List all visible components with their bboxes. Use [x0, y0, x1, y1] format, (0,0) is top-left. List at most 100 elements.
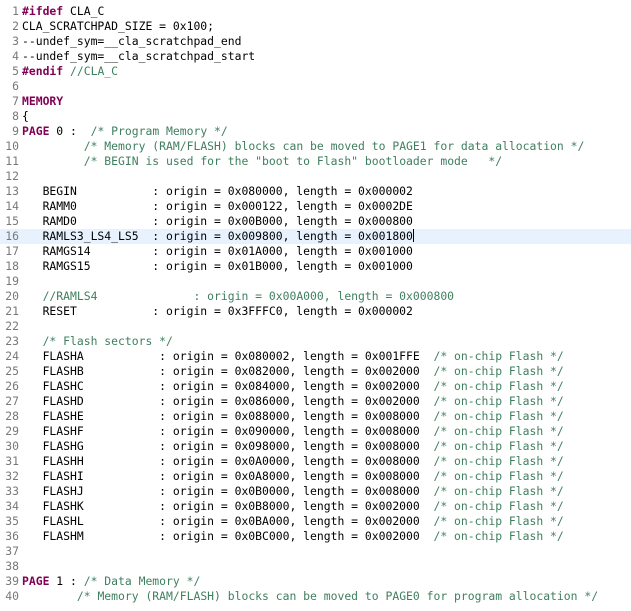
code-line[interactable]: 8{ — [0, 109, 631, 124]
code-text[interactable]: RESET : origin = 0x3FFFC0, length = 0x00… — [19, 304, 413, 319]
line-number: 4 — [12, 49, 19, 63]
code-line[interactable]: 33 FLASHJ : origin = 0x0B0000, length = … — [0, 484, 631, 499]
code-text[interactable]: FLASHI : origin = 0x0A8000, length = 0x0… — [19, 469, 564, 484]
code-token: FLASHL : origin = 0x0BA000, length = 0x0… — [22, 514, 434, 528]
code-text[interactable]: FLASHC : origin = 0x084000, length = 0x0… — [19, 379, 564, 394]
code-line[interactable]: 30 FLASHG : origin = 0x098000, length = … — [0, 439, 631, 454]
code-text[interactable]: BEGIN : origin = 0x080000, length = 0x00… — [19, 184, 413, 199]
code-line[interactable]: 37 — [0, 544, 631, 559]
code-text[interactable]: #ifdef CLA_C — [19, 4, 104, 19]
code-line[interactable]: 7 MEMORY — [0, 94, 631, 109]
comment-token: /* on-chip Flash */ — [433, 469, 564, 483]
code-text[interactable] — [19, 169, 22, 184]
code-line[interactable]: 5 #endif //CLA_C — [0, 64, 631, 79]
code-text[interactable]: FLASHF : origin = 0x090000, length = 0x0… — [19, 424, 564, 439]
code-text[interactable]: MEMORY — [19, 94, 63, 109]
code-line[interactable]: 38 — [0, 559, 631, 574]
code-text[interactable]: PAGE 0 : /* Program Memory */ — [19, 124, 228, 139]
code-line[interactable]: 10 /* Memory (RAM/FLASH) blocks can be m… — [0, 139, 631, 154]
line-number: 32 — [5, 469, 19, 483]
code-line[interactable]: 13 BEGIN : origin = 0x080000, length = 0… — [0, 184, 631, 199]
code-line[interactable]: 34 FLASHK : origin = 0x0B8000, length = … — [0, 499, 631, 514]
code-text[interactable]: FLASHD : origin = 0x086000, length = 0x0… — [19, 394, 564, 409]
code-line[interactable]: 22 — [0, 319, 631, 334]
code-line[interactable]: 32 FLASHI : origin = 0x0A8000, length = … — [0, 469, 631, 484]
code-line[interactable]: 26 FLASHC : origin = 0x084000, length = … — [0, 379, 631, 394]
code-line[interactable]: 29 FLASHF : origin = 0x090000, length = … — [0, 424, 631, 439]
code-text[interactable]: FLASHA : origin = 0x080002, length = 0x0… — [19, 349, 564, 364]
code-text[interactable]: CLA_SCRATCHPAD_SIZE = 0x100; — [19, 19, 214, 34]
code-line[interactable]: 9 PAGE 0 : /* Program Memory */ — [0, 124, 631, 139]
line-number: 21 — [5, 304, 19, 318]
code-text[interactable] — [19, 544, 22, 559]
line-number: 23 — [5, 334, 19, 348]
code-text[interactable]: RAMGS14 : origin = 0x01A000, length = 0x… — [19, 244, 413, 259]
code-line[interactable]: 24 FLASHA : origin = 0x080002, length = … — [0, 349, 631, 364]
code-text[interactable]: FLASHE : origin = 0x088000, length = 0x0… — [19, 409, 564, 424]
code-text[interactable]: FLASHM : origin = 0x0BC000, length = 0x0… — [19, 529, 564, 544]
code-text[interactable]: RAMD0 : origin = 0x00B000, length = 0x00… — [19, 214, 413, 229]
code-line[interactable]: 40 /* Memory (RAM/FLASH) blocks can be m… — [0, 589, 631, 604]
code-text[interactable] — [19, 559, 22, 574]
code-editor[interactable]: 1 #ifdef CLA_C 2 CLA_SCRATCHPAD_SIZE = 0x10… — [0, 0, 631, 611]
line-number: 30 — [5, 439, 19, 453]
code-line[interactable]: 1 #ifdef CLA_C — [0, 4, 631, 19]
code-line[interactable]: 14 RAMM0 : origin = 0x000122, length = 0… — [0, 199, 631, 214]
code-text[interactable] — [19, 79, 22, 94]
code-line[interactable]: 4 --undef_sym=__cla_scratchpad_start — [0, 49, 631, 64]
code-text[interactable] — [19, 319, 22, 334]
code-line[interactable]: 39 PAGE 1 : /* Data Memory */ — [0, 574, 631, 589]
code-line[interactable]: 20 //RAMLS4 : origin = 0x00A000, length … — [0, 289, 631, 304]
line-number: 1 — [12, 4, 19, 18]
comment-token: /* on-chip Flash */ — [433, 349, 564, 363]
code-text[interactable]: { — [19, 109, 29, 124]
code-line[interactable]: 16 RAMLS3_LS4_LS5 : origin = 0x009800, l… — [0, 229, 631, 244]
comment-token: /* on-chip Flash */ — [433, 529, 564, 543]
code-line[interactable]: 31 FLASHH : origin = 0x0A0000, length = … — [0, 454, 631, 469]
code-text[interactable]: FLASHJ : origin = 0x0B0000, length = 0x0… — [19, 484, 564, 499]
code-text[interactable]: /* Memory (RAM/FLASH) blocks can be move… — [19, 589, 598, 604]
code-line[interactable]: 21 RESET : origin = 0x3FFFC0, length = 0… — [0, 304, 631, 319]
code-line[interactable]: 15 RAMD0 : origin = 0x00B000, length = 0… — [0, 214, 631, 229]
code-line[interactable]: 3 --undef_sym=__cla_scratchpad_end — [0, 34, 631, 49]
code-line[interactable]: 23 /* Flash sectors */ — [0, 334, 631, 349]
code-line[interactable]: 17 RAMGS14 : origin = 0x01A000, length =… — [0, 244, 631, 259]
code-text[interactable]: FLASHH : origin = 0x0A0000, length = 0x0… — [19, 454, 564, 469]
line-number: 22 — [5, 319, 19, 333]
code-line[interactable]: 36 FLASHM : origin = 0x0BC000, length = … — [0, 529, 631, 544]
code-line[interactable]: 35 FLASHL : origin = 0x0BA000, length = … — [0, 514, 631, 529]
code-text[interactable]: RAMGS15 : origin = 0x01B000, length = 0x… — [19, 259, 413, 274]
code-line[interactable]: 6 — [0, 79, 631, 94]
code-text[interactable]: RAMM0 : origin = 0x000122, length = 0x00… — [19, 199, 413, 214]
code-line[interactable]: 19 — [0, 274, 631, 289]
code-text[interactable]: //RAMLS4 : origin = 0x00A000, length = 0… — [19, 289, 454, 304]
code-line[interactable]: 12 — [0, 169, 631, 184]
code-line[interactable]: 11 /* BEGIN is used for the "boot to Fla… — [0, 154, 631, 169]
code-text[interactable]: PAGE 1 : /* Data Memory */ — [19, 574, 200, 589]
code-text[interactable]: RAMLS3_LS4_LS5 : origin = 0x009800, leng… — [19, 229, 414, 244]
code-text[interactable]: /* Memory (RAM/FLASH) blocks can be move… — [19, 139, 585, 154]
code-line[interactable]: 28 FLASHE : origin = 0x088000, length = … — [0, 409, 631, 424]
code-text[interactable]: /* Flash sectors */ — [19, 334, 173, 349]
code-text[interactable] — [19, 274, 22, 289]
code-line[interactable]: 25 FLASHB : origin = 0x082000, length = … — [0, 364, 631, 379]
code-line[interactable]: 27 FLASHD : origin = 0x086000, length = … — [0, 394, 631, 409]
code-text[interactable]: FLASHG : origin = 0x098000, length = 0x0… — [19, 439, 564, 454]
code-text[interactable]: --undef_sym=__cla_scratchpad_end — [19, 34, 241, 49]
code-token: CLA_C — [63, 4, 105, 18]
text-caret — [412, 229, 414, 242]
code-token: FLASHG : origin = 0x098000, length = 0x0… — [22, 439, 434, 453]
line-number: 34 — [5, 499, 19, 513]
code-text[interactable]: /* BEGIN is used for the "boot to Flash"… — [19, 154, 502, 169]
keyword-token: PAGE — [22, 574, 50, 588]
code-line[interactable]: 18 RAMGS15 : origin = 0x01B000, length =… — [0, 259, 631, 274]
code-token: RESET : origin = 0x3FFFC0, length = 0x00… — [22, 304, 413, 318]
code-text[interactable]: FLASHK : origin = 0x0B8000, length = 0x0… — [19, 499, 564, 514]
line-number: 6 — [12, 79, 19, 93]
code-text[interactable]: FLASHB : origin = 0x082000, length = 0x0… — [19, 364, 564, 379]
line-number: 16 — [5, 229, 19, 243]
code-text[interactable]: --undef_sym=__cla_scratchpad_start — [19, 49, 255, 64]
code-text[interactable]: #endif //CLA_C — [19, 64, 118, 79]
code-text[interactable]: FLASHL : origin = 0x0BA000, length = 0x0… — [19, 514, 564, 529]
code-line[interactable]: 2 CLA_SCRATCHPAD_SIZE = 0x100; — [0, 19, 631, 34]
